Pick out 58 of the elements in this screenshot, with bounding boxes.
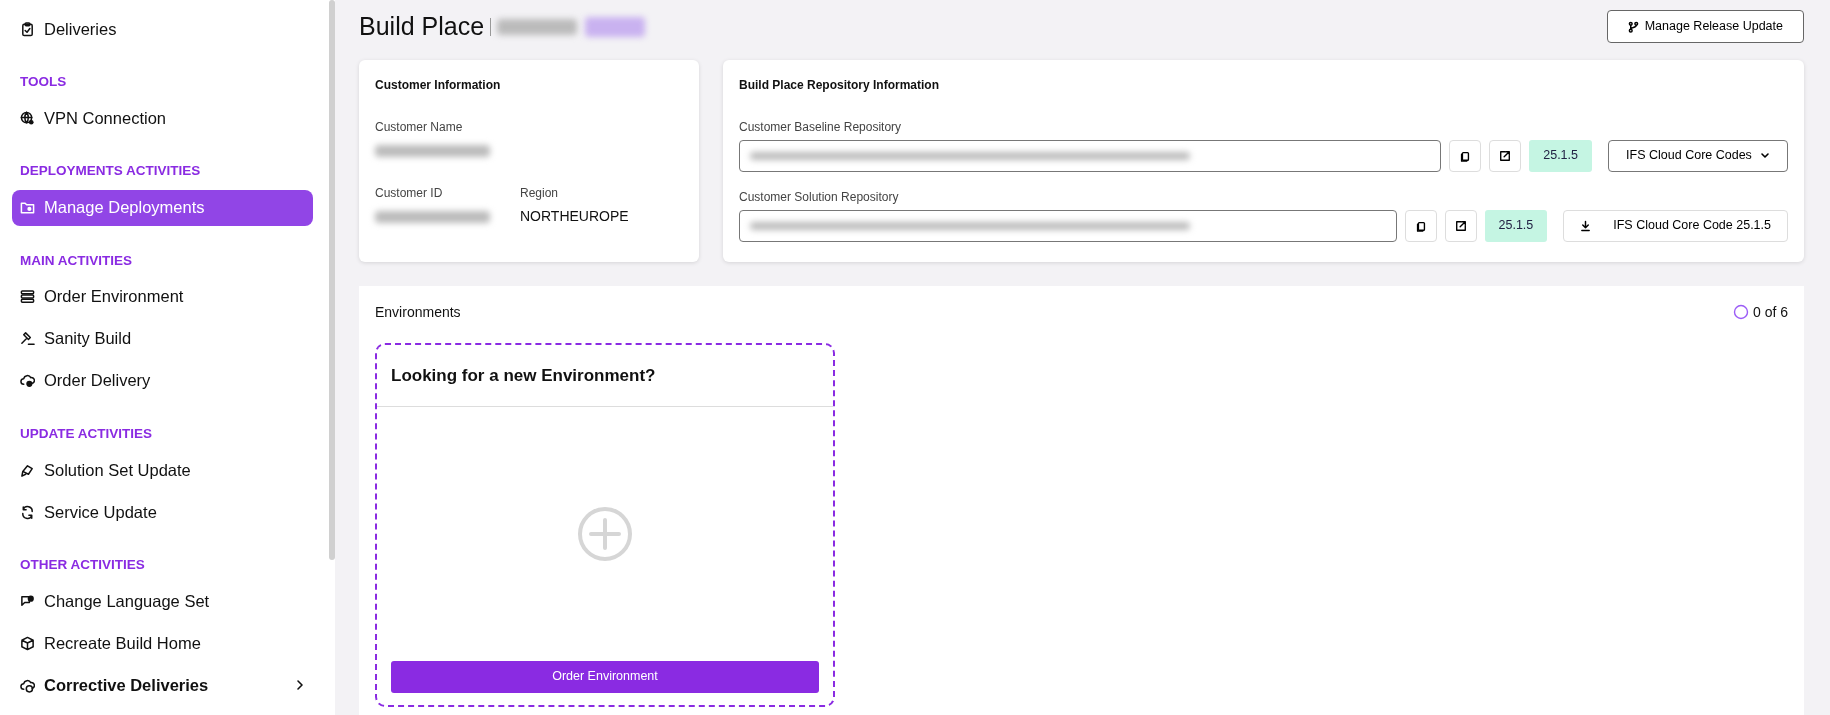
version-badge: 25.1.5 [1484,209,1548,242]
stack-icon [20,289,35,305]
cube-icon [20,635,35,651]
order-environment-button[interactable]: Order Environment [391,660,819,693]
field-label: Customer Solution Repository [739,188,900,206]
external-link-icon [1499,148,1512,163]
section-heading: OTHER ACTIVITIES [19,556,146,574]
sidebar-item[interactable]: Recreate Build Home [12,625,313,662]
clipboard-icon [20,21,35,37]
sidebar-item[interactable]: Solution Set Update [12,452,313,488]
hammer-icon [20,331,35,347]
download-button[interactable]: IFS Cloud Core Code 25.1.5 [1563,209,1788,242]
field-value: NORTHEUROPE [520,206,630,226]
section-heading: UPDATE ACTIVITIES [19,424,153,443]
card-title: Build Place Repository Information [739,76,941,94]
circle-icon [1732,304,1749,320]
core-codes-dropdown[interactable]: IFS Cloud Core Codes [1608,139,1788,172]
field-label: Customer ID [375,184,444,202]
globe-icon [20,110,35,126]
sidebar-item[interactable]: Change Language Set [12,583,313,620]
sidebar-item[interactable]: VPN Connection [12,100,313,137]
card-title: Customer Information [375,76,502,94]
redacted-badge [585,16,646,37]
download-icon [1580,219,1592,232]
section-heading: DEPLOYMENTS ACTIVITIES [19,162,202,181]
cloud-icon [20,677,35,693]
environment-count: 0 of 6 [1752,302,1788,322]
section-title: Environments [375,302,462,322]
refresh-icon [20,504,35,520]
sidebar-item[interactable]: Manage Deployments [12,189,313,226]
sidebar-item[interactable]: Order Environment [12,278,313,315]
sidebar-item[interactable]: Service Update [12,494,313,530]
section-heading: MAIN ACTIVITIES [19,251,133,270]
card-title: Looking for a new Environment? [377,344,833,407]
sidebar-item[interactable]: Sanity Build [12,320,313,357]
open-link-button[interactable] [1489,139,1522,172]
page-title: Build Place [359,11,485,42]
field-label: Customer Baseline Repository [739,118,903,136]
add-circle-icon [577,505,633,562]
field-label: Region [520,184,560,202]
scrollbar[interactable] [329,0,335,560]
open-link-button[interactable] [1444,209,1477,242]
brush-icon [20,462,35,478]
external-link-icon [1454,218,1467,233]
section-heading: TOOLS [19,73,68,91]
repository-field[interactable] [739,139,1442,172]
copy-button[interactable] [1404,209,1437,242]
copy-button[interactable] [1449,139,1482,172]
manage-release-update-button[interactable]: Manage Release Update [1606,10,1804,44]
field-label: Customer Name [375,118,464,136]
sidebar-item[interactable]: Corrective Deliveries [12,667,313,704]
repository-field[interactable] [739,209,1397,242]
caret-icon [1759,151,1770,160]
sidebar-item[interactable]: Order Delivery [12,362,313,399]
version-badge: 25.1.5 [1529,139,1592,172]
branch-icon [1627,20,1639,33]
sidebar-item[interactable]: Deliveries [12,11,313,47]
chevron-right-icon [295,679,305,692]
